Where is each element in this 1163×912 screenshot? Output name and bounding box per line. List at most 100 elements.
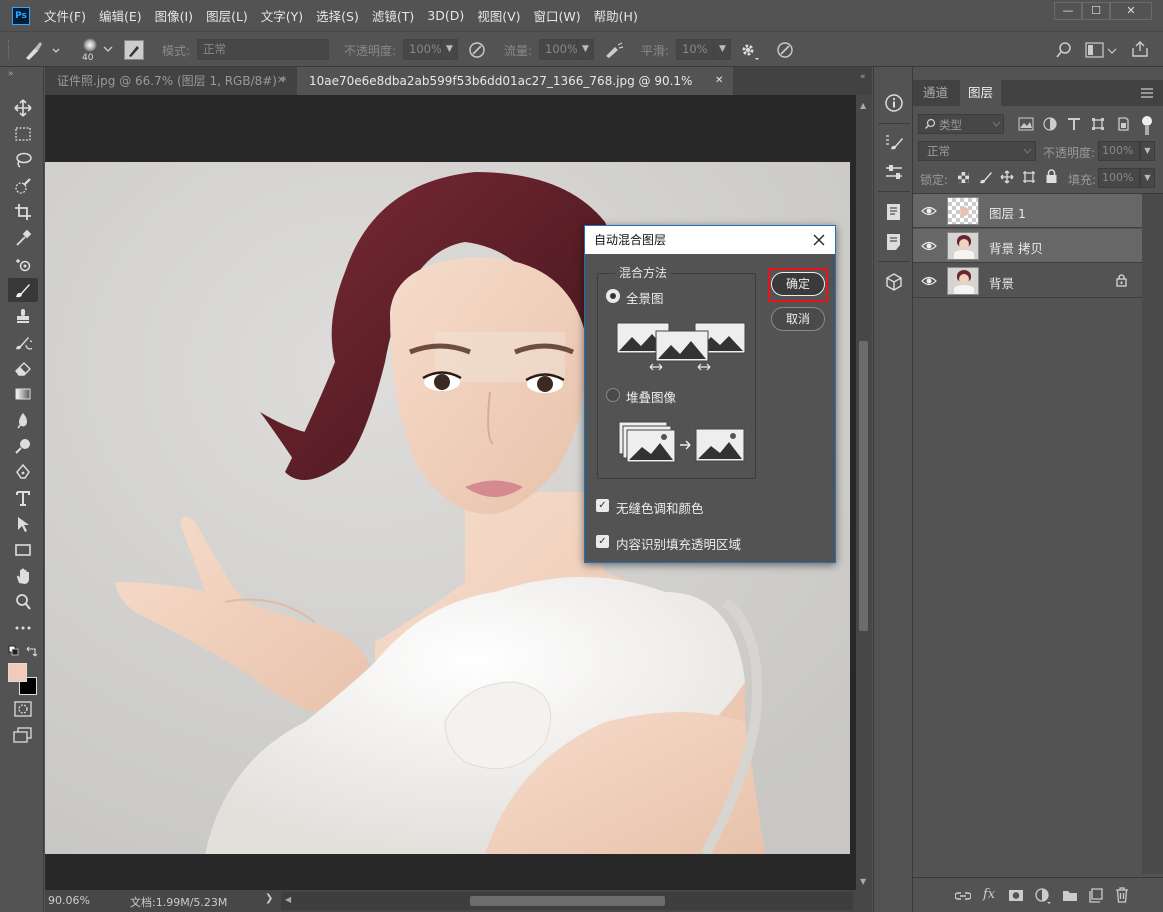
pressure-size-icon[interactable] xyxy=(775,41,795,59)
menu-3d[interactable]: 3D(D) xyxy=(427,8,464,23)
opacity-input[interactable]: 100% xyxy=(403,39,442,60)
menu-filter[interactable]: 滤镜(T) xyxy=(372,6,414,25)
panel-menu-icon[interactable] xyxy=(1140,87,1154,99)
new-layer-icon[interactable] xyxy=(1089,888,1103,903)
dodge-tool[interactable] xyxy=(8,434,38,458)
panorama-label[interactable]: 全景图 xyxy=(626,288,664,307)
brush-settings-toggle[interactable] xyxy=(124,40,144,60)
adjustments-icon[interactable] xyxy=(884,163,904,181)
lasso-tool[interactable] xyxy=(8,148,38,172)
swap-colors-icon[interactable] xyxy=(26,645,38,657)
horizontal-scrollbar[interactable]: ◀ xyxy=(281,892,853,910)
layer-row[interactable]: 背景 xyxy=(913,264,1142,298)
workspace-icon[interactable] xyxy=(1085,42,1105,58)
content-aware-fill-label[interactable]: 内容识别填充透明区域 xyxy=(616,534,741,553)
lock-pixels-icon[interactable] xyxy=(979,170,993,184)
layer-row[interactable]: 背景 拷贝 xyxy=(913,229,1142,263)
screen-mode-icon[interactable] xyxy=(13,727,33,743)
gradient-tool[interactable] xyxy=(8,382,38,406)
smoothing-dropdown[interactable]: ▼ xyxy=(714,39,731,60)
clone-stamp-tool[interactable] xyxy=(8,304,38,328)
tab-document-id-photo[interactable]: 证件照.jpg @ 66.7% (图层 1, RGB/8#) * ✕ xyxy=(45,67,297,95)
scroll-down-icon[interactable]: ▼ xyxy=(860,877,866,886)
crop-tool[interactable] xyxy=(8,200,38,224)
ok-button[interactable]: 确定 xyxy=(771,272,825,296)
pixel-filter-icon[interactable] xyxy=(1018,117,1034,131)
hand-tool[interactable] xyxy=(8,564,38,588)
notes-icon[interactable] xyxy=(884,233,904,251)
blend-mode-select[interactable]: 正常 xyxy=(918,141,1036,161)
layer-style-fx-icon[interactable]: fx xyxy=(983,887,995,902)
delete-layer-trash-icon[interactable] xyxy=(1115,887,1129,903)
layer-row[interactable]: 图层 1 xyxy=(913,194,1142,228)
info-icon[interactable] xyxy=(884,93,904,113)
tab-channels[interactable]: 通道 xyxy=(915,80,956,106)
layers-scroll-track[interactable] xyxy=(1142,194,1163,874)
pen-tool[interactable] xyxy=(8,460,38,484)
healing-brush-tool[interactable] xyxy=(8,252,38,276)
3d-cube-icon[interactable] xyxy=(884,272,904,292)
adjustment-filter-icon[interactable] xyxy=(1043,117,1057,131)
share-icon[interactable] xyxy=(1131,40,1149,58)
lock-all-icon[interactable] xyxy=(1045,169,1058,184)
layer-opacity-dropdown[interactable]: ▼ xyxy=(1140,141,1155,161)
menu-edit[interactable]: 编辑(E) xyxy=(99,6,142,25)
pressure-opacity-icon[interactable] xyxy=(467,41,487,59)
layer-opacity-input[interactable]: 100% xyxy=(1098,141,1140,161)
grip-handle[interactable] xyxy=(8,40,11,60)
opacity-dropdown[interactable]: ▼ xyxy=(441,39,458,60)
default-colors-icon[interactable] xyxy=(8,645,20,657)
menu-select[interactable]: 选择(S) xyxy=(316,6,359,25)
close-icon[interactable]: ✕ xyxy=(277,67,285,95)
menu-view[interactable]: 视图(V) xyxy=(477,6,520,25)
lock-position-icon[interactable] xyxy=(1000,170,1014,184)
seamless-tones-label[interactable]: 无缝色调和颜色 xyxy=(616,498,704,517)
path-selection-tool[interactable] xyxy=(8,512,38,536)
smoothing-input[interactable]: 10% xyxy=(676,39,714,60)
layer-filter-select[interactable]: 类型 xyxy=(918,114,1004,134)
rectangle-tool[interactable] xyxy=(8,538,38,562)
tab-document-active[interactable]: 10ae70e6e8dba2ab599f53b6dd01ac27_1366_76… xyxy=(297,67,733,116)
lock-artboard-icon[interactable] xyxy=(1022,170,1036,184)
layer-name[interactable]: 背景 拷贝 xyxy=(989,238,1043,257)
collapse-panels-icon[interactable]: « xyxy=(860,72,866,82)
visibility-eye-icon[interactable] xyxy=(921,204,937,218)
shape-filter-icon[interactable] xyxy=(1091,117,1105,131)
move-tool[interactable] xyxy=(8,96,38,120)
scroll-up-icon[interactable]: ▲ xyxy=(860,101,866,110)
menu-type[interactable]: 文字(Y) xyxy=(261,6,303,25)
lock-transparent-icon[interactable] xyxy=(957,171,970,184)
brush-tool[interactable] xyxy=(8,278,38,302)
quick-mask-icon[interactable] xyxy=(14,701,32,717)
marquee-tool[interactable] xyxy=(8,122,38,146)
eyedropper-tool[interactable] xyxy=(8,226,38,250)
link-layers-icon[interactable] xyxy=(955,890,971,902)
tab-layers[interactable]: 图层 xyxy=(960,80,1002,106)
menu-window[interactable]: 窗口(W) xyxy=(534,6,581,25)
zoom-level[interactable]: 90.06% xyxy=(48,894,90,907)
zoom-tool[interactable] xyxy=(8,590,38,614)
close-icon[interactable] xyxy=(813,234,825,246)
minimize-button[interactable]: — xyxy=(1054,2,1082,20)
scroll-thumb[interactable] xyxy=(859,341,868,631)
menu-image[interactable]: 图像(I) xyxy=(155,6,193,25)
menu-layer[interactable]: 图层(L) xyxy=(206,6,248,25)
stack-images-radio[interactable] xyxy=(606,388,620,402)
brush-size-picker[interactable]: 40 xyxy=(76,36,104,64)
cancel-button[interactable]: 取消 xyxy=(771,307,825,331)
search-icon[interactable] xyxy=(1055,41,1073,59)
new-group-folder-icon[interactable] xyxy=(1062,889,1078,902)
brush-settings-icon[interactable] xyxy=(884,133,904,151)
type-tool[interactable] xyxy=(8,486,38,510)
content-aware-fill-checkbox[interactable]: ✓ xyxy=(596,535,609,548)
menu-help[interactable]: 帮助(H) xyxy=(594,6,638,25)
maximize-button[interactable]: ☐ xyxy=(1082,2,1110,20)
foreground-color-swatch[interactable] xyxy=(8,663,27,682)
properties-icon[interactable] xyxy=(884,203,904,221)
eraser-tool[interactable] xyxy=(8,356,38,380)
airbrush-icon[interactable] xyxy=(603,41,625,59)
chevron-down-icon[interactable] xyxy=(102,44,114,54)
smart-object-filter-icon[interactable] xyxy=(1116,117,1130,131)
quick-selection-tool[interactable] xyxy=(8,174,38,198)
fill-dropdown[interactable]: ▼ xyxy=(1140,168,1155,188)
